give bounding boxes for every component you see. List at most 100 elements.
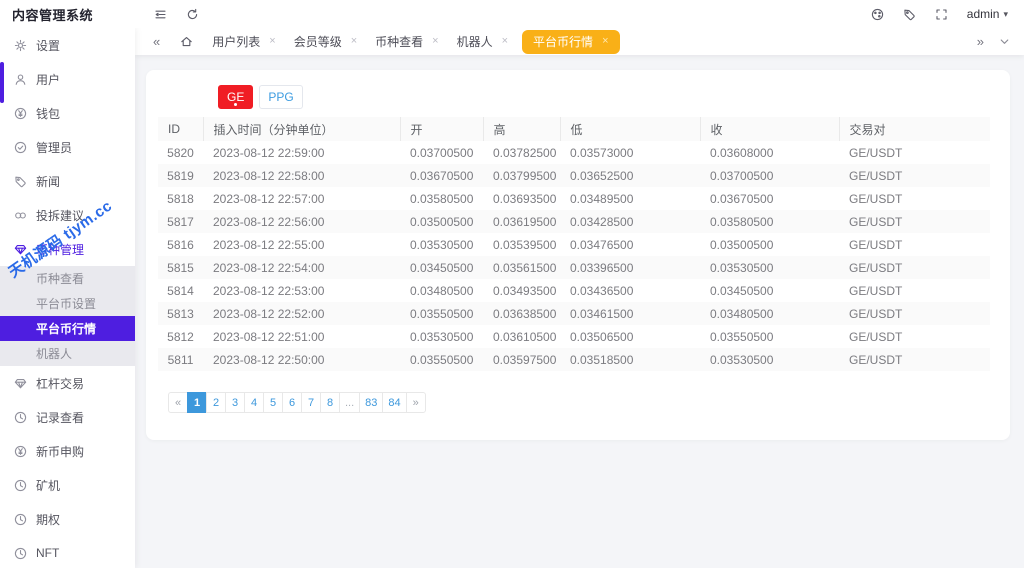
currency-yen-icon	[14, 107, 27, 120]
pagination-page-5[interactable]: 5	[263, 392, 283, 413]
sidebar-item-label: 记录查看	[36, 410, 85, 425]
column-header: 高	[483, 117, 561, 141]
pagination-page-2[interactable]: 2	[206, 392, 226, 413]
pagination-page-84[interactable]: 84	[382, 392, 407, 413]
tab-close-icon[interactable]: ×	[502, 36, 508, 47]
table-cell: 5812	[167, 329, 194, 344]
pagination-page-83[interactable]: 83	[359, 392, 384, 413]
table-cell: 0.03700500	[710, 168, 774, 183]
table-row: 5811 2023-08-12 22:50:00 0.03550500 0.03597…	[158, 348, 990, 371]
sidebar-item-管理员[interactable]: 管理员	[0, 130, 135, 164]
table-cell: 2023-08-12 22:51:00	[213, 329, 325, 344]
coin-filter-ge-button[interactable]: GE	[218, 85, 254, 109]
theme-palette-icon[interactable]	[871, 8, 884, 21]
pagination-next-button[interactable]: »	[405, 392, 426, 413]
tabs-forward-icon[interactable]: »	[977, 35, 984, 48]
tab-close-icon[interactable]: ×	[351, 36, 357, 47]
sidebar-scrollbar-thumb[interactable]	[0, 62, 4, 103]
currency-yen-icon	[14, 445, 27, 458]
pagination-page-6[interactable]: 6	[282, 392, 302, 413]
sidebar-subitem-币种查看[interactable]: 币种查看	[0, 266, 135, 291]
pagination-page-7[interactable]: 7	[301, 392, 321, 413]
table-cell: GE/USDT	[849, 260, 903, 275]
sidebar: 设置 用户钱包管理员新闻投拆建议币种管理 币种查看 平台币设置 平台币行情 机器人 杠杆交易…	[0, 28, 135, 568]
pagination-page-1[interactable]: 1	[187, 392, 207, 413]
tab-close-icon[interactable]: ×	[432, 36, 438, 47]
home-icon[interactable]	[180, 35, 193, 48]
tab-close-icon[interactable]: ×	[602, 36, 608, 47]
clock-icon	[14, 411, 27, 424]
coin-filter-ppg-button[interactable]: PPG	[259, 85, 303, 109]
sidebar-item-期权[interactable]: 期权	[0, 502, 135, 536]
tabbar-right: »	[977, 35, 1024, 48]
sidebar-item-NFT[interactable]: NFT	[0, 536, 135, 568]
sidebar-item-投拆建议[interactable]: 投拆建议	[0, 198, 135, 232]
table-cell: 0.03693500	[493, 191, 557, 206]
table-cell: GE/USDT	[849, 283, 903, 298]
content-card: GE PPG ID 插入时间（分钟单位）开高低收交易对 5820 2023-08-12…	[146, 70, 1010, 440]
tab-close-icon[interactable]: ×	[269, 36, 275, 47]
tab-label: 会员等级	[293, 35, 342, 49]
table-cell: 0.03561500	[493, 260, 557, 275]
table-cell: 2023-08-12 22:57:00	[213, 191, 325, 206]
tabs-menu-chevron-down-icon[interactable]	[998, 35, 1011, 48]
tab-用户列表[interactable]: 用户列表 ×	[203, 28, 284, 55]
caret-down-icon: ▾	[1003, 8, 1008, 19]
refresh-icon[interactable]	[186, 8, 199, 21]
table-cell: 0.03580500	[710, 214, 774, 229]
table-cell: 0.03530500	[410, 237, 474, 252]
sidebar-item-label: 期权	[36, 512, 61, 527]
fullscreen-icon[interactable]	[935, 8, 948, 21]
sidebar-item-设置[interactable]: 设置	[0, 28, 135, 62]
table-cell: 0.03619500	[493, 214, 557, 229]
sidebar-item-新币申购[interactable]: 新币申购	[0, 434, 135, 468]
table-cell: GE/USDT	[849, 352, 903, 367]
table-cell: 0.03638500	[493, 306, 557, 321]
collapse-menu-icon[interactable]	[154, 8, 167, 21]
table-cell: 0.03597500	[493, 352, 557, 367]
tab-机器人[interactable]: 机器人 ×	[448, 28, 517, 55]
pagination-page-4[interactable]: 4	[244, 392, 264, 413]
sidebar-item-label: 新币申购	[36, 444, 85, 459]
table-cell: 0.03493500	[493, 283, 557, 298]
table-cell: 2023-08-12 22:55:00	[213, 237, 325, 252]
sidebar-subitem-平台币行情[interactable]: 平台币行情	[0, 316, 135, 341]
table-cell: 0.03530500	[710, 352, 774, 367]
tab-会员等级[interactable]: 会员等级 ×	[285, 28, 366, 55]
tabs-back-icon[interactable]: «	[153, 35, 160, 48]
table-cell: 0.03670500	[710, 191, 774, 206]
sidebar-item-记录查看[interactable]: 记录查看	[0, 400, 135, 434]
user-menu[interactable]: admin ▾	[967, 7, 1008, 21]
coin-filter-group: GE PPG	[218, 85, 303, 109]
tag-icon[interactable]	[903, 8, 916, 21]
table-cell: 0.03450500	[710, 283, 774, 298]
sidebar-item-label: 钱包	[36, 106, 61, 121]
pagination-page-3[interactable]: 3	[225, 392, 245, 413]
sidebar-item-杠杆交易[interactable]: 杠杆交易	[0, 366, 135, 400]
tab-平台币行情[interactable]: 平台币行情 ×	[522, 29, 620, 54]
sidebar-item-用户[interactable]: 用户	[0, 62, 135, 96]
sidebar-item-label: 管理员	[36, 140, 73, 155]
sidebar-subitem-机器人[interactable]: 机器人	[0, 341, 135, 366]
table-cell: 2023-08-12 22:58:00	[213, 168, 325, 183]
table-cell: GE/USDT	[849, 145, 903, 160]
sidebar-subitem-平台币设置[interactable]: 平台币设置	[0, 291, 135, 316]
table-cell: 0.03539500	[493, 237, 557, 252]
topnav-right: admin ▾	[871, 7, 1024, 21]
column-header: 收	[700, 117, 840, 141]
tab-label: 币种查看	[375, 35, 424, 49]
market-table: ID 插入时间（分钟单位）开高低收交易对 5820 2023-08-12 22:59…	[158, 117, 990, 371]
sidebar-submenu: 币种查看 平台币设置 平台币行情 机器人	[0, 266, 135, 366]
pagination-prev-button[interactable]: «	[168, 392, 188, 413]
pagination-page-8[interactable]: 8	[320, 392, 340, 413]
sidebar-item-矿机[interactable]: 矿机	[0, 468, 135, 502]
sidebar-item-币种管理[interactable]: 币种管理	[0, 232, 135, 266]
sidebar-item-钱包[interactable]: 钱包	[0, 96, 135, 130]
table-header-row: ID 插入时间（分钟单位）开高低收交易对	[158, 117, 990, 141]
tab-币种查看[interactable]: 币种查看 ×	[366, 28, 447, 55]
sidebar-item-新闻[interactable]: 新闻	[0, 164, 135, 198]
tab-bar: « 用户列表 × 会员等级 × 币种查看 × 机器人 × 平台币行情 × »	[135, 28, 1024, 55]
pagination: «1 2 3 4 5 6 7 8... 83 84»	[168, 392, 426, 413]
table-cell: 0.03550500	[410, 306, 474, 321]
sidebar-item-label: 投拆建议	[36, 208, 85, 223]
